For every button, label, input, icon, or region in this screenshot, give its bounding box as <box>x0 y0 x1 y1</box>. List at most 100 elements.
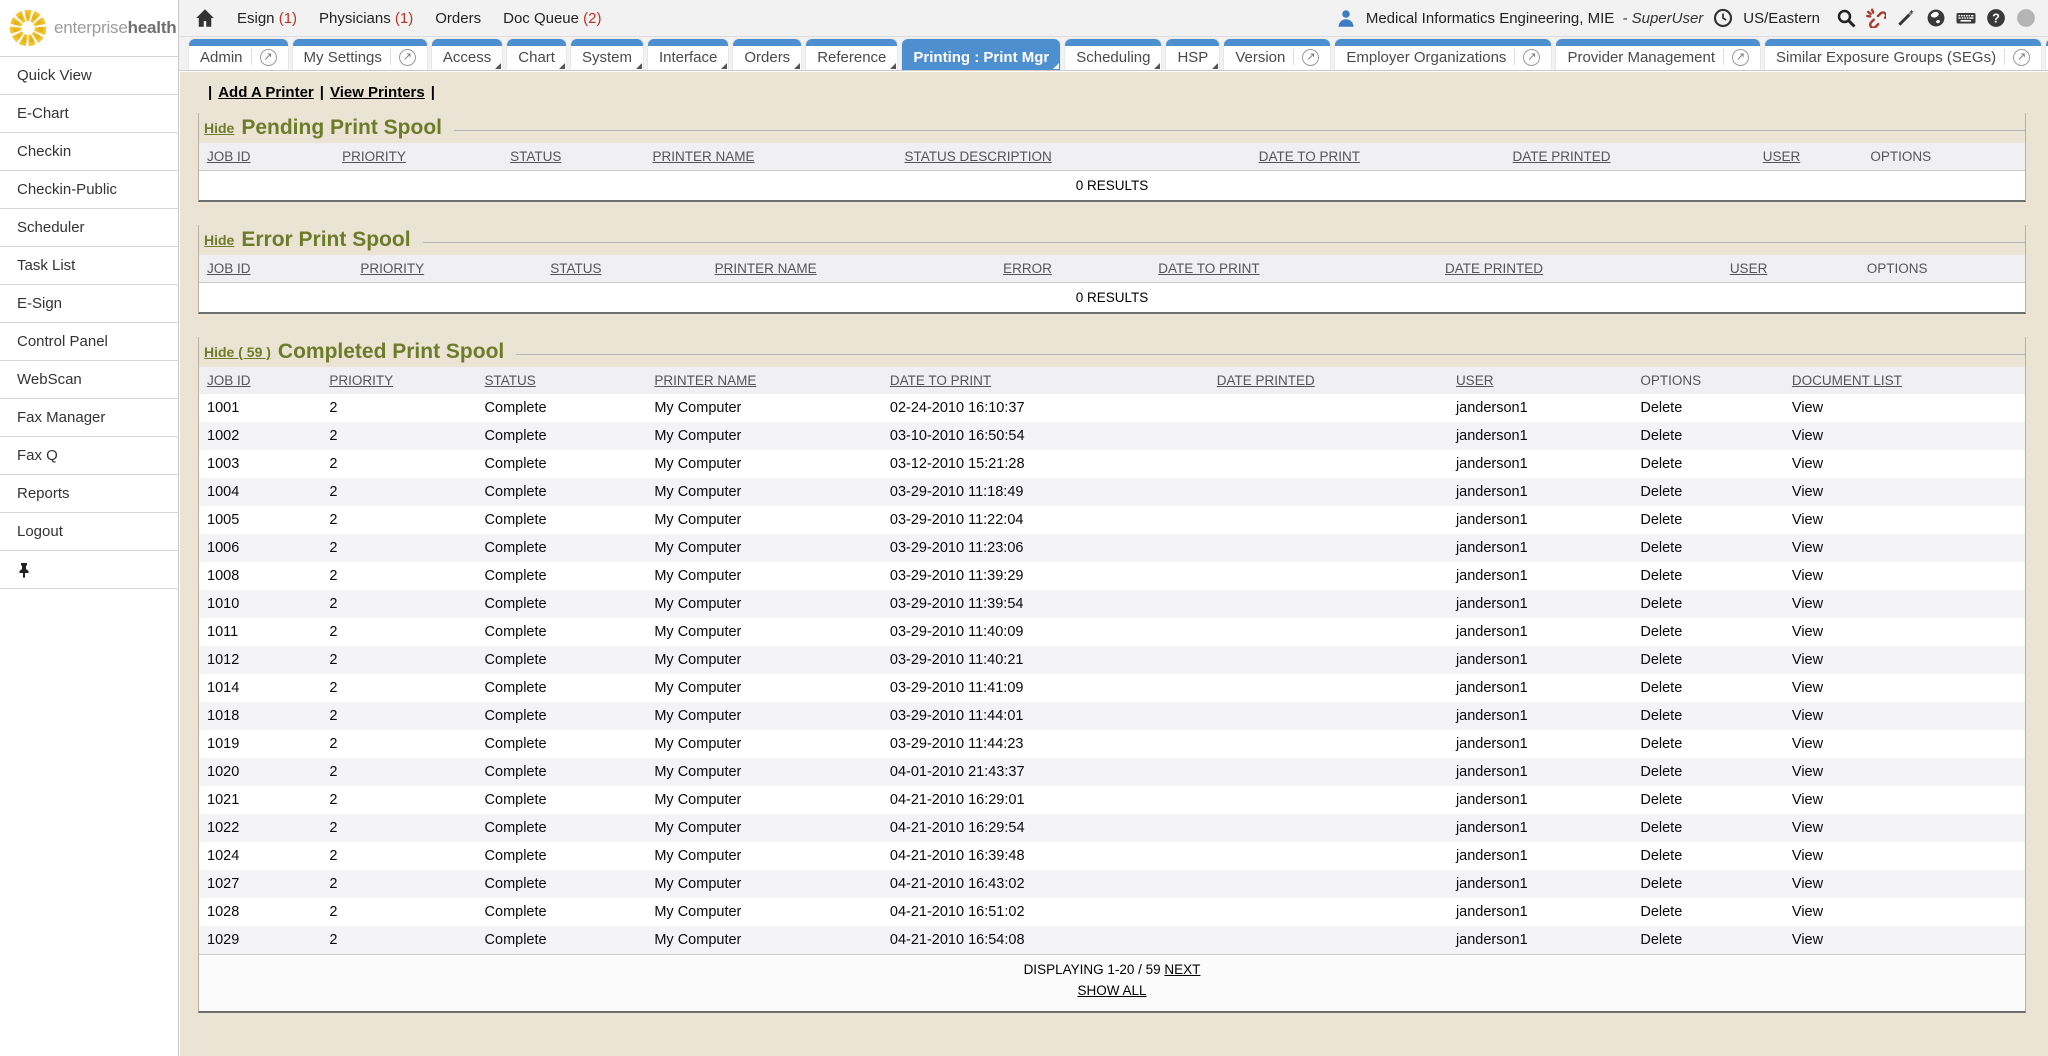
tab-dropdown-icon[interactable] <box>1154 63 1160 69</box>
tab-printing-print-mgr[interactable]: Printing : Print Mgr <box>902 39 1060 70</box>
tab-dropdown-icon[interactable] <box>559 63 565 69</box>
sortable-column-link[interactable]: DATE PRINTED <box>1513 149 1611 164</box>
tab-dropdown-icon[interactable] <box>636 63 642 69</box>
delete-link[interactable]: Delete <box>1640 764 1682 780</box>
sortable-column-link[interactable]: STATUS <box>510 149 561 164</box>
delete-link[interactable]: Delete <box>1640 568 1682 584</box>
tab-my-settings[interactable]: My Settings↗ <box>293 39 427 70</box>
delete-link[interactable]: Delete <box>1640 652 1682 668</box>
sortable-column-link[interactable]: USER <box>1730 261 1768 276</box>
view-link[interactable]: View <box>1792 820 1823 836</box>
view-link[interactable]: View <box>1792 428 1823 444</box>
delete-link[interactable]: Delete <box>1640 428 1682 444</box>
sidebar-item-checkin[interactable]: Checkin <box>0 133 178 171</box>
home-icon[interactable] <box>195 8 215 28</box>
sortable-column-link[interactable]: STATUS DESCRIPTION <box>905 149 1052 164</box>
view-printers-link[interactable]: View Printers <box>330 84 425 101</box>
external-link-icon[interactable]: ↗ <box>2013 49 2030 66</box>
sortable-column-link[interactable]: STATUS <box>550 261 601 276</box>
tab-access[interactable]: Access <box>432 39 502 70</box>
delete-link[interactable]: Delete <box>1640 400 1682 416</box>
tab-provider-management[interactable]: Provider Management↗ <box>1556 39 1760 70</box>
tab-similar-exposure-groups-segs[interactable]: Similar Exposure Groups (SEGs)↗ <box>1765 39 2041 70</box>
sortable-column-link[interactable]: JOB ID <box>207 261 251 276</box>
sidebar-item-reports[interactable]: Reports <box>0 475 178 513</box>
view-link[interactable]: View <box>1792 400 1823 416</box>
delete-link[interactable]: Delete <box>1640 680 1682 696</box>
sortable-column-link[interactable]: STATUS <box>485 373 536 388</box>
delete-link[interactable]: Delete <box>1640 932 1682 948</box>
delete-link[interactable]: Delete <box>1640 736 1682 752</box>
view-link[interactable]: View <box>1792 540 1823 556</box>
nav-item-doc-queue[interactable]: Doc Queue (2) <box>503 10 601 27</box>
external-link-icon[interactable]: ↗ <box>399 49 416 66</box>
nav-item-physicians[interactable]: Physicians (1) <box>319 10 413 27</box>
sidebar-item-e-chart[interactable]: E-Chart <box>0 95 178 133</box>
tab-scheduling[interactable]: Scheduling <box>1065 39 1161 70</box>
sortable-column-link[interactable]: PRINTER NAME <box>715 261 817 276</box>
delete-link[interactable]: Delete <box>1640 456 1682 472</box>
show-all-link[interactable]: SHOW ALL <box>1077 983 1146 998</box>
view-link[interactable]: View <box>1792 792 1823 808</box>
avatar-circle[interactable] <box>2016 8 2036 28</box>
sidebar-item-quick-view[interactable]: Quick View <box>0 57 178 95</box>
sortable-column-link[interactable]: DATE TO PRINT <box>1158 261 1259 276</box>
delete-link[interactable]: Delete <box>1640 792 1682 808</box>
completed-hide-link[interactable]: Hide ( 59 ) <box>204 344 271 360</box>
help-icon[interactable]: ? <box>1986 8 2006 28</box>
view-link[interactable]: View <box>1792 876 1823 892</box>
search-icon[interactable] <box>1836 8 1856 28</box>
delete-link[interactable]: Delete <box>1640 540 1682 556</box>
view-link[interactable]: View <box>1792 624 1823 640</box>
tab-dropdown-icon[interactable] <box>890 63 896 69</box>
sortable-column-link[interactable]: PRINTER NAME <box>654 373 756 388</box>
delete-link[interactable]: Delete <box>1640 876 1682 892</box>
sortable-column-link[interactable]: ERROR <box>1003 261 1052 276</box>
sidebar-item-webscan[interactable]: WebScan <box>0 361 178 399</box>
view-link[interactable]: View <box>1792 652 1823 668</box>
delete-link[interactable]: Delete <box>1640 596 1682 612</box>
delete-link[interactable]: Delete <box>1640 848 1682 864</box>
sortable-column-link[interactable]: DATE TO PRINT <box>1259 149 1360 164</box>
pending-hide-link[interactable]: Hide <box>204 120 234 136</box>
view-link[interactable]: View <box>1792 904 1823 920</box>
sortable-column-link[interactable]: PRIORITY <box>329 373 393 388</box>
sidebar-item-logout[interactable]: Logout <box>0 513 178 551</box>
view-link[interactable]: View <box>1792 680 1823 696</box>
sortable-column-link[interactable]: PRIORITY <box>360 261 424 276</box>
sortable-column-link[interactable]: JOB ID <box>207 373 251 388</box>
tab-employer-organizations[interactable]: Employer Organizations↗ <box>1335 39 1551 70</box>
sidebar-item-scheduler[interactable]: Scheduler <box>0 209 178 247</box>
delete-link[interactable]: Delete <box>1640 820 1682 836</box>
globe-icon[interactable] <box>1926 8 1946 28</box>
external-link-icon[interactable]: ↗ <box>1732 49 1749 66</box>
clock-icon[interactable] <box>1713 8 1733 28</box>
next-page-link[interactable]: NEXT <box>1164 962 1200 977</box>
tab-interface[interactable]: Interface <box>648 39 728 70</box>
tab-dropdown-icon[interactable] <box>1053 63 1059 69</box>
tab-dropdown-icon[interactable] <box>794 63 800 69</box>
external-link-icon[interactable]: ↗ <box>1523 49 1540 66</box>
tab-orders[interactable]: Orders <box>733 39 801 70</box>
external-link-icon[interactable]: ↗ <box>260 49 277 66</box>
sidebar-item-fax-q[interactable]: Fax Q <box>0 437 178 475</box>
delete-link[interactable]: Delete <box>1640 484 1682 500</box>
view-link[interactable]: View <box>1792 568 1823 584</box>
sidebar-pin[interactable] <box>0 551 178 589</box>
tab-dropdown-icon[interactable] <box>495 63 501 69</box>
tab-system[interactable]: System <box>571 39 643 70</box>
sidebar-item-fax-manager[interactable]: Fax Manager <box>0 399 178 437</box>
sidebar-item-control-panel[interactable]: Control Panel <box>0 323 178 361</box>
sidebar-item-checkin-public[interactable]: Checkin-Public <box>0 171 178 209</box>
sortable-column-link[interactable]: DOCUMENT LIST <box>1792 373 1902 388</box>
external-link-icon[interactable]: ↗ <box>1302 49 1319 66</box>
view-link[interactable]: View <box>1792 708 1823 724</box>
sortable-column-link[interactable]: DATE PRINTED <box>1217 373 1315 388</box>
nav-item-esign[interactable]: Esign (1) <box>237 10 297 27</box>
sortable-column-link[interactable]: JOB ID <box>207 149 251 164</box>
view-link[interactable]: View <box>1792 456 1823 472</box>
tab-dropdown-icon[interactable] <box>1212 63 1218 69</box>
view-link[interactable]: View <box>1792 512 1823 528</box>
sortable-column-link[interactable]: PRIORITY <box>342 149 406 164</box>
sortable-column-link[interactable]: PRINTER NAME <box>653 149 755 164</box>
